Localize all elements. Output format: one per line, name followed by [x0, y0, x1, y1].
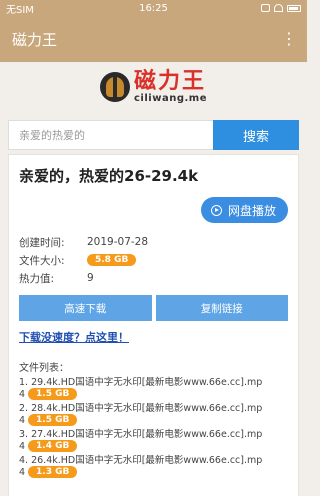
- resource-detail-card: 亲爱的，热爱的26-29.4k 网盘播放 创建时间: 2019-07-28 文件…: [8, 154, 299, 496]
- heat-label: 热力值:: [19, 272, 55, 285]
- resource-title: 亲爱的，热爱的26-29.4k: [19, 167, 199, 185]
- cloud-play-label: 网盘播放: [227, 203, 276, 218]
- heat-value: 9: [87, 272, 94, 284]
- file-name-tail: 4: [19, 388, 26, 400]
- file-name-tail: 4: [19, 414, 26, 426]
- app-bar: 磁力王 ⋮: [0, 16, 307, 62]
- file-list-item: 1. 29.4k.HD国语中字无水印[最新电影www.66e.cc].mp 4 …: [19, 377, 288, 400]
- status-bar: 无SIM 16:25: [0, 0, 307, 16]
- file-size-badge: 1.3 GB: [28, 466, 78, 478]
- search-bar: 搜索: [8, 120, 299, 150]
- play-circle-icon: [210, 204, 222, 216]
- helmet-logo-icon: [100, 72, 130, 102]
- file-name: 3. 27.4k.HD国语中字无水印[最新电影www.66e.cc].mp: [19, 429, 263, 440]
- file-size-badge: 1.4 GB: [28, 440, 78, 452]
- logo-chinese-text: 磁力王: [134, 68, 207, 94]
- status-icons: [261, 4, 301, 12]
- fast-download-button[interactable]: 高速下载: [19, 295, 152, 321]
- logo-domain-text: ciliwang.me: [134, 93, 207, 104]
- file-name: 4. 26.4k.HD国语中字无水印[最新电影www.66e.cc].mp: [19, 455, 263, 466]
- file-name: 2. 28.4k.HD国语中字无水印[最新电影www.66e.cc].mp: [19, 403, 263, 414]
- more-menu-icon[interactable]: ⋮: [281, 31, 297, 47]
- file-size-badge: 1.5 GB: [28, 388, 78, 400]
- resource-meta: 创建时间: 2019-07-28 文件大小: 5.8 GB 热力值: 9: [19, 233, 288, 287]
- search-input[interactable]: [8, 120, 213, 150]
- slow-download-help-link[interactable]: 下载没速度？点这里！: [19, 329, 288, 345]
- app-title: 磁力王: [12, 30, 58, 49]
- created-label: 创建时间:: [19, 236, 65, 249]
- battery-icon: [287, 4, 301, 12]
- copy-link-button[interactable]: 复制链接: [155, 295, 288, 321]
- file-list-title: 文件列表：: [19, 363, 69, 374]
- alarm-icon: [261, 4, 270, 12]
- file-list-item: 3. 27.4k.HD国语中字无水印[最新电影www.66e.cc].mp 4 …: [19, 429, 288, 452]
- search-button[interactable]: 搜索: [213, 120, 299, 150]
- wifi-icon: [274, 4, 283, 12]
- site-logo[interactable]: 磁力王 ciliwang.me: [0, 66, 307, 108]
- cloud-play-button[interactable]: 网盘播放: [200, 197, 288, 223]
- created-value: 2019-07-28: [87, 236, 149, 248]
- file-name-tail: 4: [19, 440, 26, 452]
- file-list-item: 2. 28.4k.HD国语中字无水印[最新电影www.66e.cc].mp 4 …: [19, 403, 288, 426]
- file-size-badge: 1.5 GB: [28, 414, 78, 426]
- file-list-item: 4. 26.4k.HD国语中字无水印[最新电影www.66e.cc].mp 4 …: [19, 455, 288, 478]
- file-name: 1. 29.4k.HD国语中字无水印[最新电影www.66e.cc].mp: [19, 377, 263, 388]
- size-badge: 5.8 GB: [87, 254, 137, 266]
- file-name-tail: 4: [19, 466, 26, 478]
- size-label: 文件大小:: [19, 254, 65, 267]
- carrier-label: 无SIM: [6, 4, 34, 16]
- action-buttons: 高速下载 复制链接: [19, 295, 288, 321]
